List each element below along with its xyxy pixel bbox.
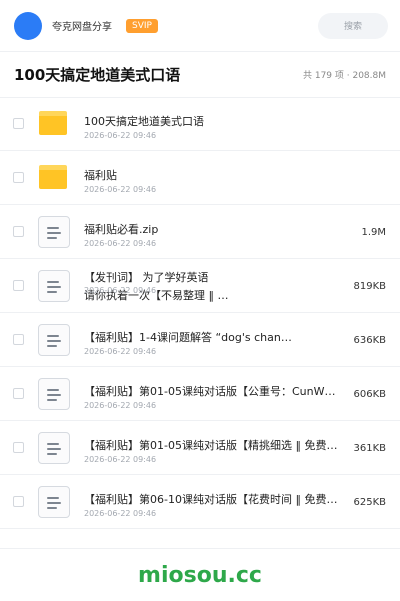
svip-badge: SVIP [126,18,158,33]
row-checkbox[interactable] [13,496,24,507]
item-date: 2026-06-22 09:46 [84,238,157,248]
item-name: 福利贴必看.zip [84,222,159,236]
folder-row[interactable]: 100天搞定地道美式口语 2026-06-22 09:46 [0,97,400,151]
row-text: 福利贴必看.zip 2026-06-22 09:46 [84,205,400,259]
row-checkbox[interactable] [13,280,24,291]
item-date: 2026-06-22 09:46 [84,400,157,410]
item-name: 【福利贴】第01-05课纯对话版【公重号：CunW… [84,384,336,398]
item-size: 606KB [353,389,386,400]
brand-label: 夸克网盘分享 [52,22,112,33]
row-checkbox[interactable] [13,172,24,183]
row-checkbox[interactable] [13,388,24,399]
watermark: miosou.cc [138,562,262,588]
item-name: 100天搞定地道美式口语 [84,114,204,128]
page-title: 100天搞定地道美式口语 [14,66,181,84]
item-size: 625KB [353,497,386,508]
item-date: 2026-06-22 09:46 [84,454,157,464]
file-list: 100天搞定地道美式口语 2026-06-22 09:46 福利贴 2026-06-2… [0,97,400,529]
file-row[interactable]: 【福利贴】第06-10课纯对话版【花费时间 ‖ 免费获… 2026-06-22 0… [0,475,400,529]
list-header: 100天搞定地道美式口语 共 179 项 · 208.8M [0,52,400,98]
item-name: 【福利贴】第06-10课纯对话版【花费时间 ‖ 免费获… [84,492,344,506]
item-date: 2026-06-22 09:46 [84,285,157,295]
search-button[interactable]: 搜索 [318,12,388,39]
file-row[interactable]: 【福利贴】1-4课问题解答 “dog's chan… 2026-06-22 09:… [0,313,400,367]
row-checkbox[interactable] [13,226,24,237]
row-checkbox[interactable] [13,442,24,453]
item-date: 2026-06-22 09:46 [84,130,157,140]
folder-row[interactable]: 福利贴 2026-06-22 09:46 [0,151,400,205]
document-icon [38,269,70,302]
item-date: 2026-06-22 09:46 [84,184,157,194]
document-icon [38,431,70,464]
row-text: 100天搞定地道美式口语 2026-06-22 09:46 [84,97,400,151]
file-row[interactable]: 【福利贴】第01-05课纯对话版【精挑细选 ‖ 免费提… 2026-06-22 0… [0,421,400,475]
top-bar: 夸克网盘分享 SVIP 搜索 [0,0,400,52]
item-size: 1.9M [361,227,386,238]
item-date: 2026-06-22 09:46 [84,508,157,518]
row-text: 福利贴 2026-06-22 09:46 [84,151,400,205]
document-icon [38,377,70,410]
file-row[interactable]: 【福利贴】第01-05课纯对话版【公重号：CunW… 2026-06-22 09:… [0,367,400,421]
document-icon [38,215,70,248]
file-row[interactable]: 福利贴必看.zip 2026-06-22 09:46 1.9M [0,205,400,259]
item-name: 【福利贴】1-4课问题解答 “dog's chan… [84,330,292,344]
footer: miosou.cc [0,548,400,601]
document-icon [38,323,70,356]
avatar[interactable] [14,11,42,40]
folder-icon [38,162,70,194]
document-icon [38,485,70,518]
row-checkbox[interactable] [13,334,24,345]
item-size: 636KB [353,335,386,346]
row-checkbox[interactable] [13,118,24,129]
item-summary: 共 179 项 · 208.8M [302,71,386,81]
item-name: 【福利贴】第01-05课纯对话版【精挑细选 ‖ 免费提… [84,438,344,452]
item-date: 2026-06-22 09:46 [84,346,157,356]
item-size: 361KB [353,443,386,454]
item-size: 819KB [353,281,386,292]
item-name: 福利贴 [84,168,117,182]
file-row[interactable]: 【发刊词】 为了学好英语 请你执着一次【不易整理 ‖ … 2026-06-22 09… [0,259,400,313]
folder-icon [38,108,70,140]
